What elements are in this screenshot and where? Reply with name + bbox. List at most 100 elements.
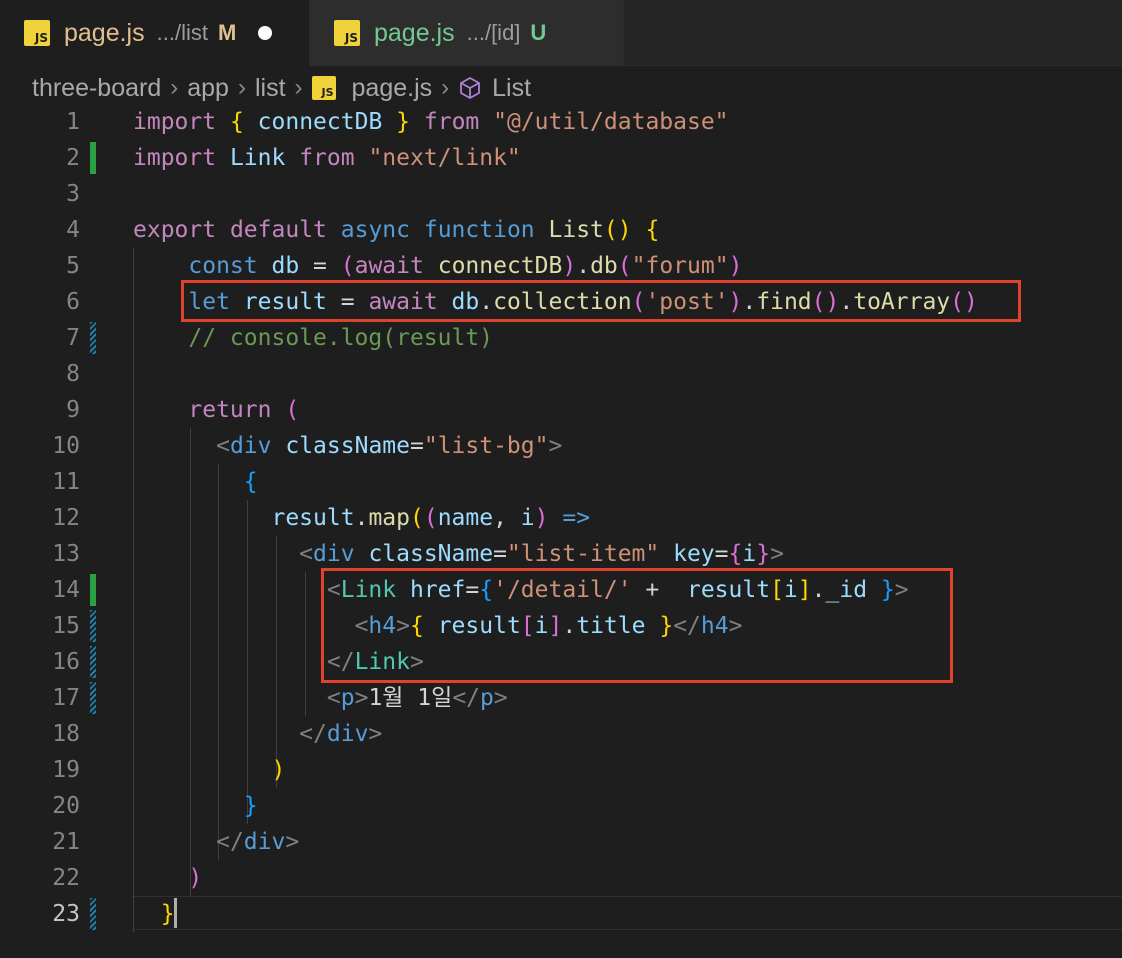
code-token: ( (285, 397, 300, 423)
code-token: </ (216, 829, 244, 855)
code-token: ( (409, 505, 424, 531)
breadcrumb-item-list[interactable]: list (255, 74, 286, 103)
breadcrumb-item-app[interactable]: app (187, 74, 229, 103)
code-line[interactable]: 11 { (0, 464, 1122, 500)
code-token: className (368, 541, 494, 567)
code-token: className (285, 433, 410, 459)
highlight-box-line-6 (181, 280, 1021, 322)
code-line[interactable]: 2 import Link from "next/link" (0, 140, 1122, 176)
git-modified-marker[interactable] (90, 682, 96, 714)
line-number: 14 (52, 577, 80, 603)
breadcrumb-item-page-js[interactable]: page.js (352, 74, 433, 103)
code-token: db (271, 253, 300, 279)
code-line[interactable]: 5 const db = (await connectDB).db("forum… (0, 248, 1122, 284)
code-token: return (188, 397, 272, 423)
unsaved-dot-icon[interactable] (258, 26, 273, 40)
code-line[interactable]: 19 ) (0, 752, 1122, 788)
tab-path: .../[id] (466, 20, 521, 45)
code-token: from (299, 145, 355, 171)
code-token: from (423, 109, 480, 135)
code-token: "list-item" (506, 541, 660, 567)
code-line[interactable]: 18 </div> (0, 716, 1122, 752)
js-file-icon: JS (334, 20, 360, 46)
git-modified-marker[interactable] (90, 898, 96, 930)
line-number: 12 (52, 505, 80, 531)
breadcrumb-item-three-board[interactable]: three-board (32, 74, 161, 103)
git-added-marker[interactable] (90, 142, 96, 174)
line-number: 6 (66, 289, 80, 315)
code-line[interactable]: 3 (0, 176, 1122, 212)
code-line[interactable]: 8 (0, 356, 1122, 392)
code-text: } (133, 896, 175, 932)
code-token: } (243, 793, 258, 819)
code-token: i (742, 541, 757, 567)
git-modified-marker[interactable] (90, 646, 96, 678)
tab-path: .../list (156, 20, 208, 45)
code-line[interactable]: 10 <div className="list-bg"> (0, 428, 1122, 464)
line-number: 4 (66, 217, 80, 243)
code-token: function (423, 217, 535, 243)
code-line[interactable]: 12 result.map((name, i) => (0, 500, 1122, 536)
code-text: { (133, 464, 258, 500)
line-number: 17 (52, 685, 80, 711)
code-text: return ( (133, 392, 299, 428)
code-token: result (271, 505, 355, 531)
line-number: 8 (66, 361, 80, 387)
code-text: const db = (await connectDB).db("forum") (133, 248, 742, 284)
code-line[interactable]: 22 ) (0, 860, 1122, 896)
code-token: name (437, 505, 494, 531)
code-text: ) (133, 752, 285, 788)
chevron-right-icon: › (170, 74, 179, 101)
code-line[interactable]: 7 // console.log(result) (0, 320, 1122, 356)
code-token: div (326, 721, 369, 747)
code-line[interactable]: 20 } (0, 788, 1122, 824)
code-line[interactable]: 9 return ( (0, 392, 1122, 428)
code-line[interactable]: 23 } (0, 896, 1122, 932)
line-number: 1 (66, 109, 80, 135)
code-line[interactable]: 4 export default async function List() { (0, 212, 1122, 248)
code-token: p (340, 685, 355, 711)
code-line[interactable]: 21 </div> (0, 824, 1122, 860)
code-text: ) (133, 860, 202, 896)
code-token: { (243, 469, 258, 495)
git-modified-marker[interactable] (90, 610, 96, 642)
code-token: </ (299, 721, 327, 747)
code-token: const (188, 253, 258, 279)
code-token: < (326, 685, 341, 711)
tab-page-js-list[interactable]: JS page.js .../list M (0, 0, 310, 66)
chevron-right-icon: › (237, 74, 246, 101)
code-line[interactable]: 13 <div className="list-item" key={i}> (0, 536, 1122, 572)
code-token: < (216, 433, 230, 459)
code-line[interactable]: 17 <p>1월 1일</p> (0, 680, 1122, 716)
code-text: } (133, 788, 258, 824)
line-number: 23 (52, 901, 80, 927)
code-token: = (299, 253, 341, 279)
line-number: 19 (52, 757, 80, 783)
line-number: 9 (66, 397, 80, 423)
highlight-box-lines-14-16 (321, 568, 953, 683)
line-number: 22 (52, 865, 80, 891)
code-token: import (133, 145, 217, 171)
git-modified-marker[interactable] (90, 322, 96, 354)
line-number: 10 (52, 433, 80, 459)
code-text: // console.log(result) (133, 320, 493, 356)
tab-page-js-id[interactable]: JS page.js .../[id] U (310, 0, 624, 66)
git-added-marker[interactable] (90, 574, 96, 606)
code-text: result.map((name, i) => (133, 500, 590, 536)
code-editor[interactable]: 1 import { connectDB } from "@/util/datab… (0, 104, 1122, 958)
code-token: > (285, 829, 300, 855)
code-token: ) (188, 865, 203, 891)
code-token: div (229, 433, 272, 459)
code-line[interactable]: 1 import { connectDB } from "@/util/datab… (0, 104, 1122, 140)
code-token: "list-bg" (423, 433, 549, 459)
breadcrumb-item-list-symbol[interactable]: List (492, 74, 531, 103)
